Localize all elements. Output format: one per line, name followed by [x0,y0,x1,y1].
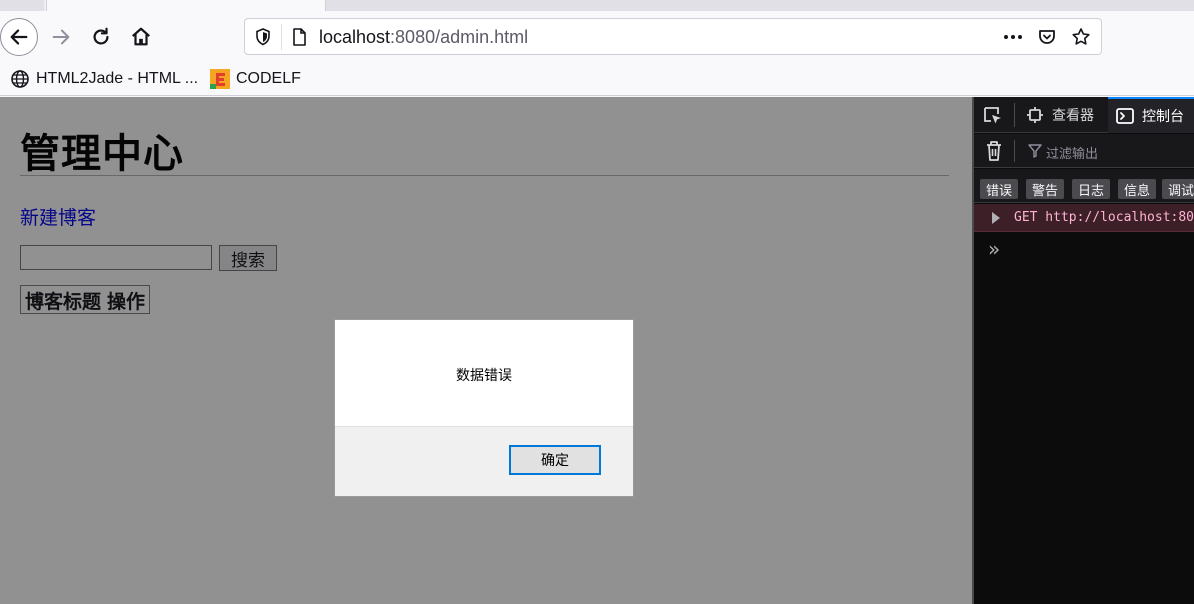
console-icon [1116,108,1134,124]
forward-button[interactable] [42,18,80,56]
toolbar-separator [1014,140,1015,162]
level-errors[interactable]: 错误 [980,179,1019,199]
tab-console-label: 控制台 [1142,109,1184,125]
tab-active[interactable] [46,0,326,11]
back-button[interactable] [0,18,38,56]
globe-icon [11,70,29,88]
expand-triangle-icon[interactable] [992,212,1000,224]
tab-console[interactable]: 控制台 [1108,97,1194,133]
trash-icon[interactable] [984,140,1004,162]
console-input-prompt[interactable]: » [988,237,1000,261]
reload-icon [93,27,109,45]
devtools-separator [1014,103,1015,127]
forward-icon [52,29,70,45]
devtools-tabbar: 查看器 控制台 [974,97,1194,133]
console-level-filters: 错误 警告 日志 信息 调试 [974,169,1194,203]
bookmark-label: HTML2Jade - HTML ... [36,70,199,87]
more-icon[interactable] [1001,27,1025,47]
pocket-icon[interactable] [1037,27,1057,47]
filter-icon [1028,144,1042,158]
tab-inspector[interactable]: 查看器 [1026,97,1094,133]
level-debug[interactable]: 调试 [1162,179,1194,199]
url-bar[interactable]: localhost:8080/admin.html [244,18,1102,55]
level-logs[interactable]: 日志 [1072,179,1111,199]
tab-strip [0,0,1194,11]
level-warnings[interactable]: 警告 [1026,179,1065,199]
url-text[interactable]: localhost:8080/admin.html [319,27,528,47]
star-icon[interactable] [1071,27,1091,47]
dialog-message: 数据错误 [456,368,512,384]
url-path: :8080/admin.html [390,27,529,47]
shield-icon[interactable] [253,27,273,47]
reload-button[interactable] [82,18,120,56]
page-viewport: 管理中心 新建博客 搜索 博客标题 操作 数据错误 确定 [0,97,972,604]
bookmark-html2jade[interactable]: HTML2Jade - HTML ... [10,68,198,90]
dialog-ok-button[interactable]: 确定 [509,445,601,475]
tab-strip-space [326,0,1194,11]
alert-dialog: 数据错误 确定 [334,319,634,497]
bookmark-label: CODELF [236,70,301,87]
tab-previous[interactable] [0,0,44,11]
codelf-icon [210,69,230,89]
filter-input[interactable]: 过滤输出 [1046,143,1098,162]
devtools-panel: 查看器 控制台 过滤输出 错误 警告 日志 信息 调试 GET http://l… [972,97,1194,604]
page-icon[interactable] [289,27,309,47]
level-info[interactable]: 信息 [1118,179,1157,199]
urlbar-divider [281,24,282,50]
home-button[interactable] [122,18,160,56]
console-message-text: GET http://localhost:8080/ [1014,210,1194,225]
bookmark-codelf[interactable]: CODELF [210,68,301,90]
console-error-message[interactable]: GET http://localhost:8080/ [974,204,1194,232]
picker-icon[interactable] [982,105,1004,127]
navigation-toolbar: localhost:8080/admin.html [0,11,1194,63]
dialog-body: 数据错误 [335,320,633,427]
console-toolbar: 过滤输出 [974,134,1194,168]
bookmarks-toolbar: HTML2Jade - HTML ... CODELF [0,63,1194,96]
home-icon [132,27,150,46]
url-host: localhost [319,27,391,47]
inspector-icon [1027,107,1043,123]
back-icon [10,29,28,45]
tab-inspector-label: 查看器 [1052,108,1094,124]
